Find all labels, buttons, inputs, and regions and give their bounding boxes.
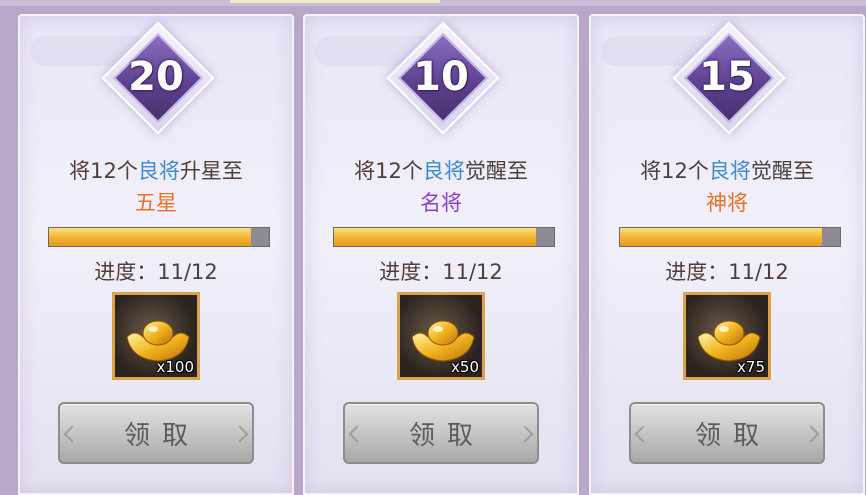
button-ornament-right bbox=[802, 425, 820, 443]
progress-bar-fill bbox=[49, 228, 251, 246]
reward-item[interactable]: x100 bbox=[112, 292, 200, 380]
claim-button[interactable]: 领取 bbox=[343, 402, 539, 464]
level-badge: 10 bbox=[381, 21, 501, 146]
progress-bar-fill bbox=[334, 228, 536, 246]
desc-highlight: 良将 bbox=[708, 159, 751, 183]
badge-number: 20 bbox=[128, 54, 184, 100]
reward-quantity: x75 bbox=[737, 358, 765, 376]
task-card: 15 将12个良将觉醒至 神将 进度：11/12 x75 领取 bbox=[589, 14, 865, 495]
badge-number: 10 bbox=[413, 54, 469, 100]
desc-suffix: 觉醒至 bbox=[750, 159, 814, 183]
claim-button-label: 领取 bbox=[408, 420, 485, 451]
task-description: 将12个良将觉醒至 bbox=[305, 155, 577, 185]
task-description: 将12个良将觉醒至 bbox=[591, 155, 863, 185]
button-ornament-left bbox=[634, 425, 652, 443]
button-ornament-left bbox=[63, 425, 81, 443]
progress-text: 进度：11/12 bbox=[379, 260, 503, 284]
claim-button[interactable]: 领取 bbox=[58, 402, 254, 464]
button-ornament-right bbox=[516, 425, 534, 443]
desc-highlight: 良将 bbox=[137, 159, 180, 183]
level-badge: 15 bbox=[667, 21, 787, 146]
reward-item[interactable]: x50 bbox=[397, 292, 485, 380]
desc-prefix: 将12个 bbox=[640, 159, 709, 183]
target-grade: 五星 bbox=[135, 191, 177, 215]
progress-bar bbox=[333, 227, 555, 247]
desc-suffix: 觉醒至 bbox=[464, 159, 528, 183]
progress-text: 进度：11/12 bbox=[665, 260, 789, 284]
claim-button-label: 领取 bbox=[123, 420, 200, 451]
badge-number: 15 bbox=[699, 54, 755, 100]
claim-button[interactable]: 领取 bbox=[629, 402, 825, 464]
task-card-list: 20 将12个良将升星至 五星 进度：11/12 x100 领取 10 将12个… bbox=[0, 0, 866, 495]
level-badge: 20 bbox=[96, 21, 216, 146]
desc-prefix: 将12个 bbox=[354, 159, 423, 183]
progress-bar bbox=[619, 227, 841, 247]
task-description: 将12个良将升星至 bbox=[20, 155, 292, 185]
desc-suffix: 升星至 bbox=[179, 159, 243, 183]
progress-bar-fill bbox=[620, 228, 822, 246]
claim-button-label: 领取 bbox=[694, 420, 771, 451]
target-grade: 神将 bbox=[706, 191, 748, 215]
button-ornament-right bbox=[231, 425, 249, 443]
progress-text: 进度：11/12 bbox=[94, 260, 218, 284]
reward-item[interactable]: x75 bbox=[683, 292, 771, 380]
button-ornament-left bbox=[348, 425, 366, 443]
reward-quantity: x100 bbox=[156, 358, 194, 376]
task-card: 10 将12个良将觉醒至 名将 进度：11/12 x50 领取 bbox=[303, 14, 579, 495]
desc-prefix: 将12个 bbox=[69, 159, 138, 183]
desc-highlight: 良将 bbox=[422, 159, 465, 183]
progress-bar bbox=[48, 227, 270, 247]
reward-quantity: x50 bbox=[451, 358, 479, 376]
target-grade: 名将 bbox=[420, 191, 462, 215]
task-card: 20 将12个良将升星至 五星 进度：11/12 x100 领取 bbox=[18, 14, 294, 495]
